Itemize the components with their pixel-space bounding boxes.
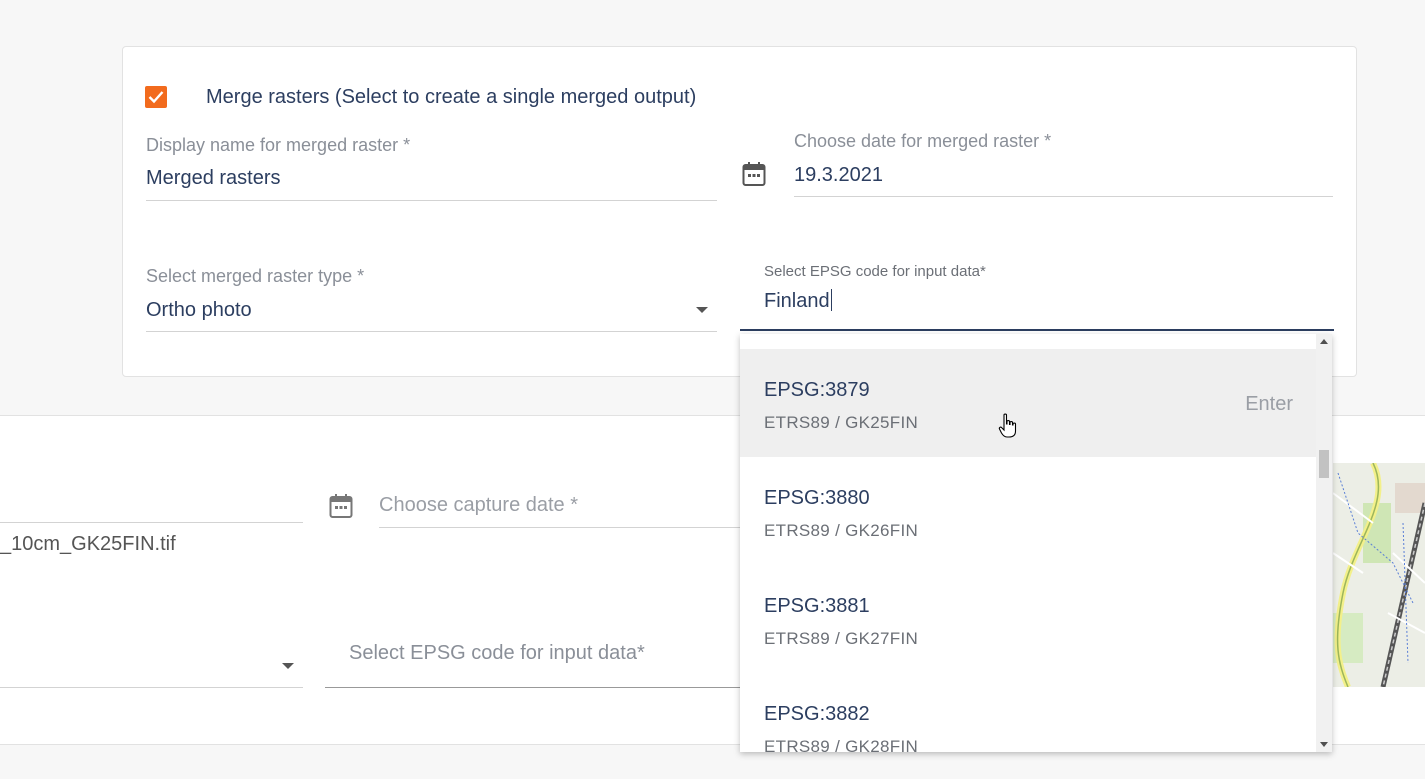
- epsg-option[interactable]: EPSG:3881 ETRS89 / GK27FIN: [740, 565, 1316, 673]
- chevron-down-icon[interactable]: [282, 663, 294, 669]
- capture-date-input[interactable]: Choose capture date *: [379, 494, 578, 517]
- enter-hint: Enter: [1245, 393, 1293, 415]
- file-type-underline: [0, 687, 303, 688]
- calendar-icon[interactable]: [329, 493, 353, 519]
- capture-date-underline: [379, 527, 740, 528]
- display-name-underline: [146, 200, 717, 201]
- display-name-label: Display name for merged raster *: [146, 135, 411, 155]
- scroll-down-arrow-icon[interactable]: [1320, 742, 1328, 747]
- file-epsg-underline: [325, 687, 740, 688]
- display-name-input[interactable]: Merged rasters: [146, 167, 281, 190]
- text-caret: [830, 289, 832, 311]
- map-preview-image: [1333, 463, 1425, 687]
- merge-rasters-checkbox[interactable]: [145, 86, 167, 108]
- checkmark-icon: [148, 91, 164, 104]
- epsg-option-name: ETRS89 / GK27FIN: [764, 629, 919, 648]
- file-name-text: _10cm_GK25FIN.tif: [0, 533, 176, 555]
- epsg-option-name: ETRS89 / GK25FIN: [764, 413, 919, 432]
- epsg-search-input[interactable]: Finland: [764, 289, 832, 313]
- chevron-down-icon[interactable]: [696, 307, 708, 313]
- epsg-option[interactable]: EPSG:3879 ETRS89 / GK25FIN Enter: [740, 349, 1316, 457]
- scroll-up-arrow-icon[interactable]: [1320, 339, 1328, 344]
- epsg-option-code: EPSG:3879: [764, 379, 870, 401]
- epsg-search-underline: [740, 329, 1334, 331]
- epsg-search-label: Select EPSG code for input data*: [764, 263, 986, 280]
- merged-date-label: Choose date for merged raster *: [794, 131, 1052, 151]
- listbox-scrollbar[interactable]: [1316, 334, 1332, 752]
- map-preview-thumbnail[interactable]: [1333, 463, 1425, 687]
- epsg-option[interactable]: EPSG:3882 ETRS89 / GK28FIN: [740, 673, 1316, 752]
- epsg-option-name: ETRS89 / GK26FIN: [764, 521, 919, 540]
- file-epsg-input[interactable]: Select EPSG code for input data*: [349, 642, 645, 665]
- raster-type-label: Select merged raster type *: [146, 266, 365, 286]
- epsg-option-name: ETRS89 / GK28FIN: [764, 737, 919, 752]
- epsg-options-listbox[interactable]: EPSG:3879 ETRS89 / GK25FIN Enter EPSG:38…: [740, 334, 1332, 752]
- hand-pointer-icon: [998, 413, 1017, 438]
- file-name-underline: [0, 522, 303, 523]
- scroll-thumb[interactable]: [1319, 450, 1329, 478]
- epsg-option-code: EPSG:3881: [764, 595, 870, 617]
- merged-date-input[interactable]: 19.3.2021: [794, 164, 883, 187]
- raster-type-select[interactable]: Ortho photo: [146, 299, 252, 322]
- raster-type-underline: [146, 331, 717, 332]
- merge-rasters-label[interactable]: Merge rasters (Select to create a single…: [206, 86, 696, 109]
- epsg-option-code: EPSG:3882: [764, 703, 870, 725]
- merged-date-underline: [794, 196, 1333, 197]
- epsg-search-value: Finland: [764, 290, 830, 312]
- calendar-icon[interactable]: [742, 161, 766, 187]
- epsg-option-code: EPSG:3880: [764, 487, 870, 509]
- epsg-option[interactable]: EPSG:3880 ETRS89 / GK26FIN: [740, 457, 1316, 565]
